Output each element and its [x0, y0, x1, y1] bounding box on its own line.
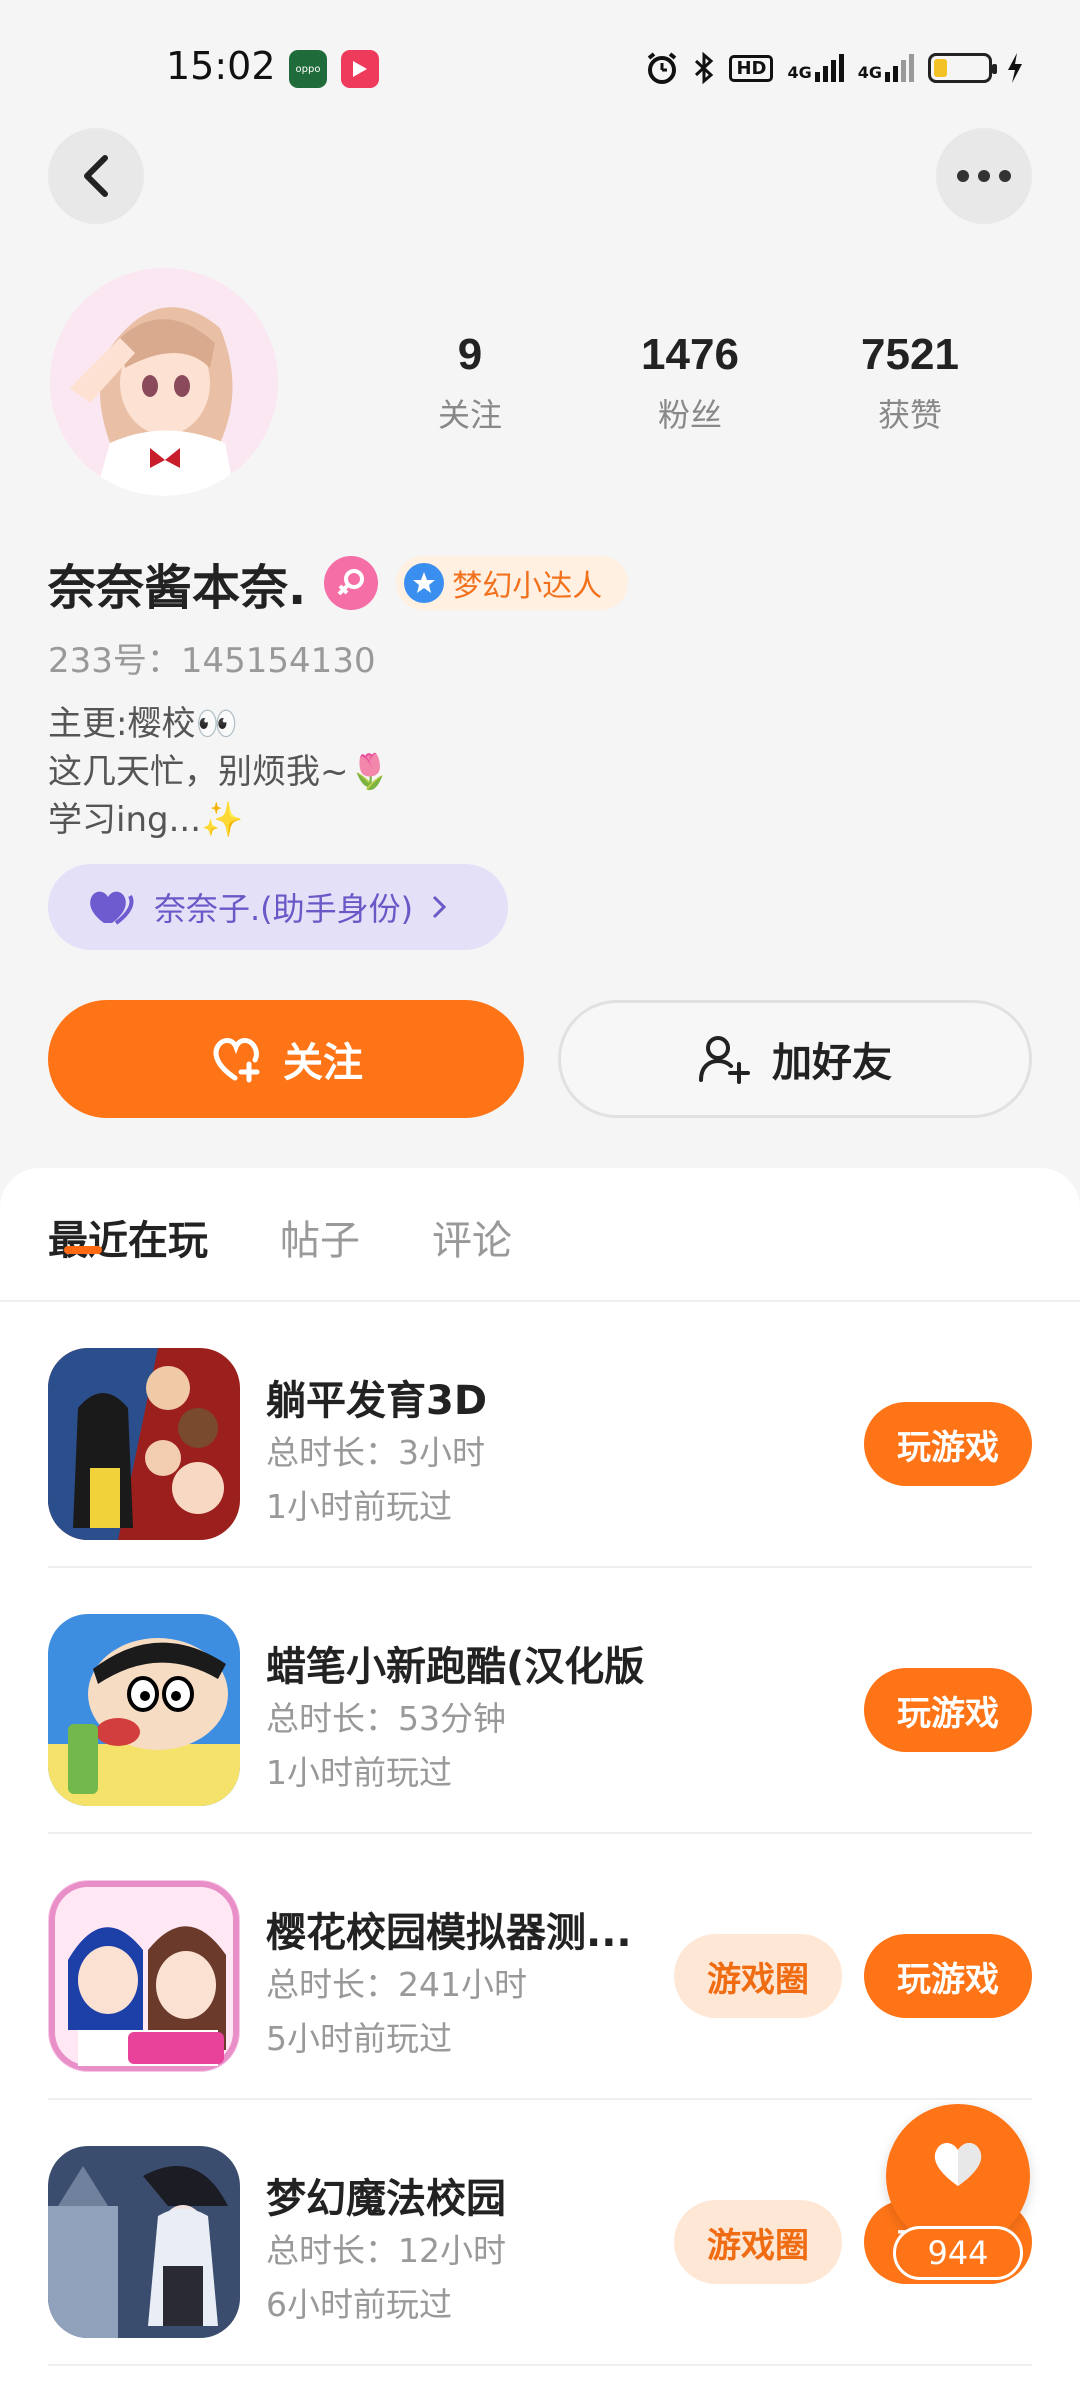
stat-value: 1476: [641, 330, 739, 379]
avatar[interactable]: [50, 268, 278, 496]
stat-value: 9: [457, 330, 483, 379]
game-circle-button[interactable]: 游戏圈: [674, 1934, 842, 2018]
game-name: 躺平发育3D: [266, 1378, 488, 1424]
heart-link-icon: [90, 891, 134, 925]
game-circle-button[interactable]: 游戏圈: [674, 2200, 842, 2284]
battery-icon: [928, 53, 997, 83]
title-badge-label: 梦幻小达人: [452, 569, 603, 604]
title-badge[interactable]: 梦幻小达人: [396, 556, 629, 610]
stat-fans[interactable]: 1476 粉丝: [580, 330, 800, 436]
stat-label: 获赞: [877, 396, 942, 434]
stat-label: 关注: [437, 396, 502, 434]
tab-recently-played[interactable]: 最近在玩: [48, 1208, 208, 1266]
assistant-chip-label: 奈奈子.(助手身份): [154, 890, 414, 928]
game-icon-sakura-school[interactable]: [48, 1880, 240, 2072]
more-dots-icon: [957, 170, 1011, 182]
game-name: 樱花校园模拟器测...: [266, 1910, 632, 1956]
charging-icon: [1008, 53, 1022, 83]
female-icon: [324, 556, 379, 610]
profile-stats: 9 关注 1476 粉丝 7521 获赞: [360, 330, 1020, 436]
bluetooth-icon: [695, 51, 714, 85]
stat-value: 7521: [861, 330, 959, 379]
game-name: 蜡笔小新跑酷(汉化版): [266, 1644, 646, 1690]
signal-4g-icon: 4G: [787, 54, 844, 82]
like-count: 944: [893, 2226, 1023, 2280]
chevron-right-icon: [433, 895, 447, 919]
game-icon-tangping[interactable]: [48, 1348, 240, 1540]
game-last-played: 5小时前玩过: [266, 2019, 452, 2058]
status-bar: 15:02 oppo HD 4G 4G: [0, 0, 1080, 130]
play-game-button[interactable]: 玩游戏: [864, 1402, 1032, 1486]
add-person-icon: [699, 1036, 750, 1084]
active-tab-indicator: [64, 1246, 102, 1254]
name-row: 奈奈酱本奈. 梦幻小达人: [48, 548, 629, 618]
stat-likes[interactable]: 7521 获赞: [800, 330, 1020, 436]
stat-following[interactable]: 9 关注: [360, 330, 580, 436]
oppo-app-icon: oppo: [289, 50, 327, 88]
heart-plus-icon: [213, 1038, 260, 1083]
status-time: 15:02: [166, 44, 276, 88]
list-item[interactable]: 蜡笔小新跑酷(汉化版) 总时长：53分钟 1小时前玩过 玩游戏: [48, 1568, 1032, 1834]
tab-bar: 最近在玩 帖子 评论: [48, 1208, 512, 1266]
more-options-button[interactable]: [936, 128, 1032, 224]
alarm-icon: [648, 52, 677, 84]
game-total-time: 总时长：12小时: [266, 2231, 506, 2270]
game-icon-crayon-shinchan[interactable]: [48, 1614, 240, 1806]
hd-icon: HD: [729, 54, 774, 82]
user-name: 奈奈酱本奈.: [48, 560, 307, 616]
back-button[interactable]: [48, 128, 144, 224]
game-total-time: 总时长：53分钟: [266, 1699, 506, 1738]
game-total-time: 总时长：3小时: [266, 1433, 485, 1472]
play-game-button[interactable]: 玩游戏: [864, 1934, 1032, 2018]
user-id: 233号：145154130: [48, 641, 376, 681]
tab-comments[interactable]: 评论: [432, 1208, 512, 1266]
game-name: 梦幻魔法校园: [266, 2176, 506, 2222]
bio-line: 这几天忙，别烦我~🌷: [48, 752, 391, 792]
game-last-played: 1小时前玩过: [266, 1753, 452, 1792]
add-friend-label: 加好友: [772, 1040, 892, 1086]
assistant-identity-chip[interactable]: 奈奈子.(助手身份): [48, 864, 508, 950]
anime-avatar-illustration: [50, 268, 278, 496]
follow-button[interactable]: 关注: [48, 1000, 524, 1118]
heart-icon: [934, 2142, 982, 2186]
tab-posts[interactable]: 帖子: [280, 1208, 360, 1266]
add-friend-button[interactable]: 加好友: [558, 1000, 1032, 1118]
list-item[interactable]: 躺平发育3D 总时长：3小时 1小时前玩过 玩游戏: [48, 1302, 1032, 1568]
game-last-played: 6小时前玩过: [266, 2285, 452, 2324]
signal-4g-icon-2: 4G: [858, 54, 914, 82]
game-total-time: 总时长：241小时: [266, 1965, 527, 2004]
play-game-button[interactable]: 玩游戏: [864, 1668, 1032, 1752]
status-icons: HD 4G 4G: [645, 46, 1024, 90]
star-badge-icon: [404, 563, 445, 603]
stat-label: 粉丝: [657, 396, 722, 434]
game-last-played: 1小时前玩过: [266, 1487, 452, 1526]
bio: 主更:樱校👀 这几天忙，别烦我~🌷 学习ing...✨: [48, 700, 391, 844]
follow-label: 关注: [283, 1040, 363, 1086]
bio-line: 学习ing...✨: [48, 800, 244, 840]
list-item[interactable]: 梦幻魔法校园 总时长：12小时 6小时前玩过 游戏圈 玩游戏: [48, 2100, 1032, 2366]
game-icon-dream-magic-school[interactable]: [48, 2146, 240, 2338]
bio-line: 主更:樱校👀: [48, 704, 238, 744]
video-app-icon: [341, 50, 379, 88]
list-item[interactable]: 樱花校园模拟器测... 总时长：241小时 5小时前玩过 游戏圈 玩游戏: [48, 1834, 1032, 2100]
chevron-left-icon: [84, 155, 108, 197]
